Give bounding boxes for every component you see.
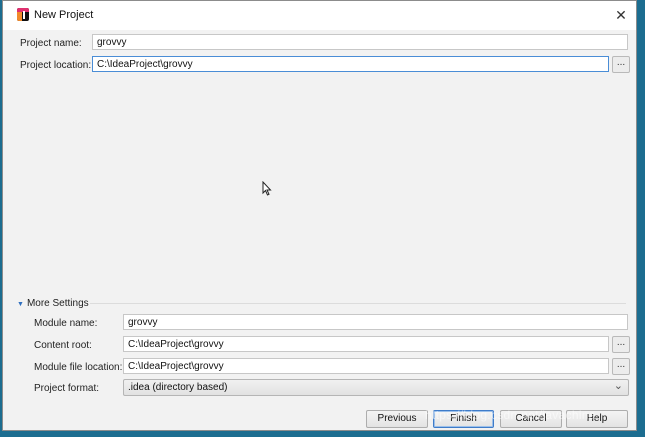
module-file-location-field[interactable]: C:\IdeaProject\grovvy [123, 358, 609, 374]
project-location-field[interactable]: C:\IdeaProject\grovvy [92, 56, 609, 72]
more-settings-toggle[interactable]: ▼ More Settings [17, 298, 89, 309]
triangle-down-icon: ▼ [17, 301, 24, 308]
intellij-idea-icon [17, 8, 29, 21]
more-settings-divider [90, 303, 626, 304]
project-format-value: .idea (directory based) [128, 382, 228, 393]
window-title: New Project [34, 9, 94, 21]
module-name-field[interactable]: grovvy [123, 314, 628, 330]
watermark-text: https://blog.csdn.net/javachina [425, 408, 596, 422]
more-settings-label: More Settings [26, 298, 89, 309]
new-project-dialog: New Project ✕ Project name: grovvy Proje… [2, 0, 637, 431]
mouse-cursor-icon [262, 180, 272, 199]
project-format-select[interactable]: .idea (directory based) ⌄ [123, 379, 629, 396]
content-root-field[interactable]: C:\IdeaProject\grovvy [123, 336, 609, 352]
module-file-location-label: Module file location: [34, 362, 123, 373]
previous-button[interactable]: Previous [366, 410, 428, 428]
project-name-label: Project name: [20, 38, 82, 49]
module-file-location-browse-button[interactable]: ... [612, 358, 630, 375]
content-root-browse-button[interactable]: ... [612, 336, 630, 353]
chevron-down-icon: ⌄ [613, 380, 623, 392]
module-name-label: Module name: [34, 318, 98, 329]
desktop-edge-bottom [0, 431, 645, 437]
content-root-label: Content root: [34, 340, 92, 351]
project-location-browse-button[interactable]: ... [612, 56, 630, 73]
project-format-label: Project format: [34, 383, 100, 394]
desktop-edge-right [637, 0, 645, 437]
project-name-field[interactable]: grovvy [92, 34, 628, 50]
title-bar[interactable]: New Project ✕ [3, 1, 636, 30]
close-icon[interactable]: ✕ [606, 1, 636, 30]
project-location-label: Project location: [20, 60, 92, 71]
